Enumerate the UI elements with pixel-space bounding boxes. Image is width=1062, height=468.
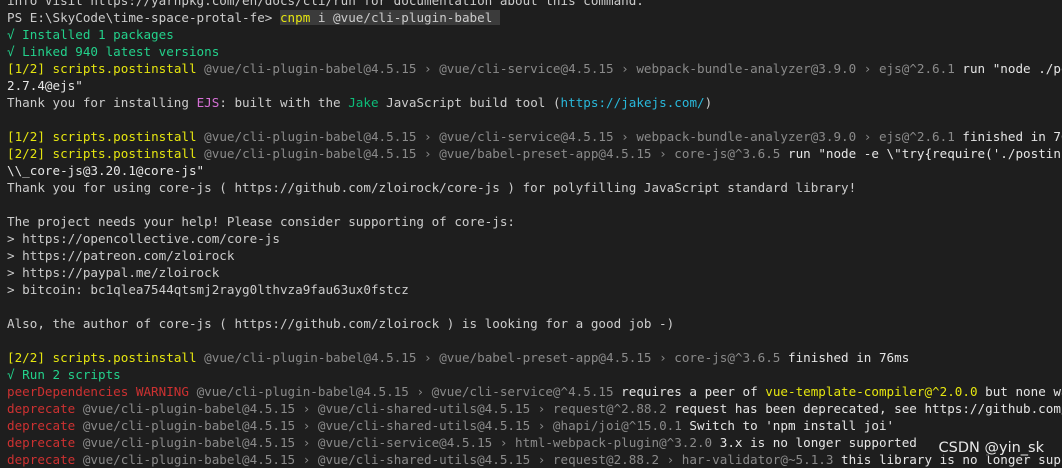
terminal-text: @vue/cli-plugin-babel@4.5.15 › @vue/babe…: [204, 350, 788, 365]
terminal-line: deprecate @vue/cli-plugin-babel@4.5.15 ›…: [7, 400, 1062, 417]
terminal-text: deprecate: [7, 418, 83, 433]
terminal-text: [2/2]: [7, 146, 53, 161]
terminal-line: deprecate @vue/cli-plugin-babel@4.5.15 ›…: [7, 451, 1062, 468]
terminal-line: peerDependencies WARNING @vue/cli-plugin…: [7, 383, 1062, 400]
terminal-text: Switch to 'npm install joi': [689, 418, 895, 433]
terminal-text: [2/2]: [7, 350, 53, 365]
terminal-text: @vue/cli-plugin-babel@4.5.15 › @vue/cli-…: [204, 129, 963, 144]
terminal-text: > https://patreon.com/zloirock: [7, 248, 235, 263]
terminal-line: The project needs your help! Please cons…: [7, 213, 1062, 230]
terminal-text: 3.x is no longer supported: [719, 435, 917, 450]
terminal-text: [1/2]: [7, 61, 53, 76]
terminal-text: deprecate: [7, 401, 83, 416]
terminal-text: PS E:\SkyCode\time-space-protal-fe>: [7, 10, 280, 25]
terminal-text: @vue/cli-plugin-babel@4.5.15 › @vue/cli-…: [82, 435, 720, 450]
terminal-text: run "node ./postinstall.js" in node_modu…: [962, 61, 1062, 76]
terminal-text: deprecate: [7, 452, 83, 467]
terminal-text: Thank you for using core-js ( https://gi…: [7, 180, 857, 195]
terminal-text: > https://paypal.me/zloirock: [7, 265, 220, 280]
terminal-line: > https://opencollective.com/core-js: [7, 230, 1062, 247]
terminal-text: info Visit https://yarnpkg.com/en/docs/c…: [7, 0, 644, 8]
terminal-output[interactable]: info Visit https://yarnpkg.com/en/docs/c…: [0, 0, 1062, 468]
terminal-text: @vue/cli-plugin-babel@4.5.15 › @vue/cli-…: [204, 61, 963, 76]
terminal-line: PS E:\SkyCode\time-space-protal-fe> cnpm…: [7, 9, 1062, 26]
terminal-text: request has been deprecated, see https:/…: [674, 401, 1062, 416]
terminal-text: @vue/cli-plugin-babel@4.5.15 › @vue/cli-…: [196, 384, 622, 399]
terminal-line: [1/2] scripts.postinstall @vue/cli-plugi…: [7, 60, 1062, 77]
terminal-text: @vue/cli-plugin-babel@4.5.15 › @vue/cli-…: [82, 418, 690, 433]
terminal-text: deprecate: [7, 435, 83, 450]
terminal-line: [2/2] scripts.postinstall @vue/cli-plugi…: [7, 349, 1062, 366]
terminal-text: √ Linked 940 latest versions: [7, 44, 220, 59]
terminal-line: √ Run 2 scripts: [7, 366, 1062, 383]
terminal-text: Also, the author of core-js ( https://gi…: [7, 316, 675, 331]
terminal-text: @vue/cli-plugin-babel@4.5.15 › @vue/cli-…: [82, 452, 842, 467]
watermark: CSDN @yin_sk: [936, 440, 1046, 456]
terminal-text: @vue/cli-plugin-babel@4.5.15 › @vue/babe…: [204, 146, 788, 161]
terminal-text: but none was installed: [985, 384, 1062, 399]
terminal-text: cnpm: [279, 10, 311, 25]
terminal-text: √ Run 2 scripts: [7, 367, 121, 382]
terminal-line: Thank you for using core-js ( https://gi…: [7, 179, 1062, 196]
terminal-text: https://jakejs.com/: [560, 95, 705, 110]
terminal-line: > bitcoin: bc1qlea7544qtsmj2rayg0lthvza9…: [7, 281, 1062, 298]
terminal-line: Also, the author of core-js ( https://gi…: [7, 315, 1062, 332]
terminal-text: JavaScript build tool (: [378, 95, 561, 110]
terminal-text: scripts.postinstall: [52, 129, 205, 144]
terminal-line: [2/2] scripts.postinstall @vue/cli-plugi…: [7, 145, 1062, 162]
terminal-text: √ Installed 1 packages: [7, 27, 174, 42]
terminal-text: > bitcoin: bc1qlea7544qtsmj2rayg0lthvza9…: [7, 282, 409, 297]
terminal-text: i @vue/cli-plugin-babel: [310, 10, 500, 25]
terminal-text: : built with the: [219, 95, 349, 110]
terminal-text: scripts.postinstall: [52, 61, 205, 76]
terminal-text: requires a peer of: [621, 384, 766, 399]
terminal-line: deprecate @vue/cli-plugin-babel@4.5.15 ›…: [7, 417, 1062, 434]
terminal-text: The project needs your help! Please cons…: [7, 214, 515, 229]
terminal-line: \\_core-js@3.20.1@core-js": [7, 162, 1062, 179]
terminal-text: 2.7.4@ejs": [7, 78, 83, 93]
terminal-line: √ Installed 1 packages: [7, 26, 1062, 43]
terminal-line: info Visit https://yarnpkg.com/en/docs/c…: [7, 0, 1062, 9]
terminal-line: > https://patreon.com/zloirock: [7, 247, 1062, 264]
terminal-text: scripts.postinstall: [52, 146, 205, 161]
terminal-line: Thank you for installing EJS: built with…: [7, 94, 1062, 111]
terminal-text: scripts.postinstall: [52, 350, 205, 365]
terminal-text: peerDependencies WARNING: [7, 384, 197, 399]
terminal-text: @vue/cli-plugin-babel@4.5.15 › @vue/cli-…: [82, 401, 675, 416]
terminal-text: run "node -e \"try{require('./postinstal…: [787, 146, 1062, 161]
terminal-text: [1/2]: [7, 129, 53, 144]
terminal-line: deprecate @vue/cli-plugin-babel@4.5.15 ›…: [7, 434, 1062, 451]
terminal-text: vue-template-compiler@^2.0.0: [765, 384, 978, 399]
terminal-line: > https://paypal.me/zloirock: [7, 264, 1062, 281]
terminal-text: Jake: [348, 95, 379, 110]
terminal-line: √ Linked 940 latest versions: [7, 43, 1062, 60]
terminal-line: [1/2] scripts.postinstall @vue/cli-plugi…: [7, 128, 1062, 145]
terminal-text: EJS: [196, 95, 220, 110]
terminal-text: finished in 76ms: [787, 350, 910, 365]
terminal-text: ): [704, 95, 713, 110]
terminal-text: finished in 76ms: [962, 129, 1062, 144]
terminal-text: > https://opencollective.com/core-js: [7, 231, 280, 246]
terminal-text: Thank you for installing: [7, 95, 197, 110]
terminal-text: \\_core-js@3.20.1@core-js": [7, 163, 205, 178]
terminal-line: 2.7.4@ejs": [7, 77, 1062, 94]
